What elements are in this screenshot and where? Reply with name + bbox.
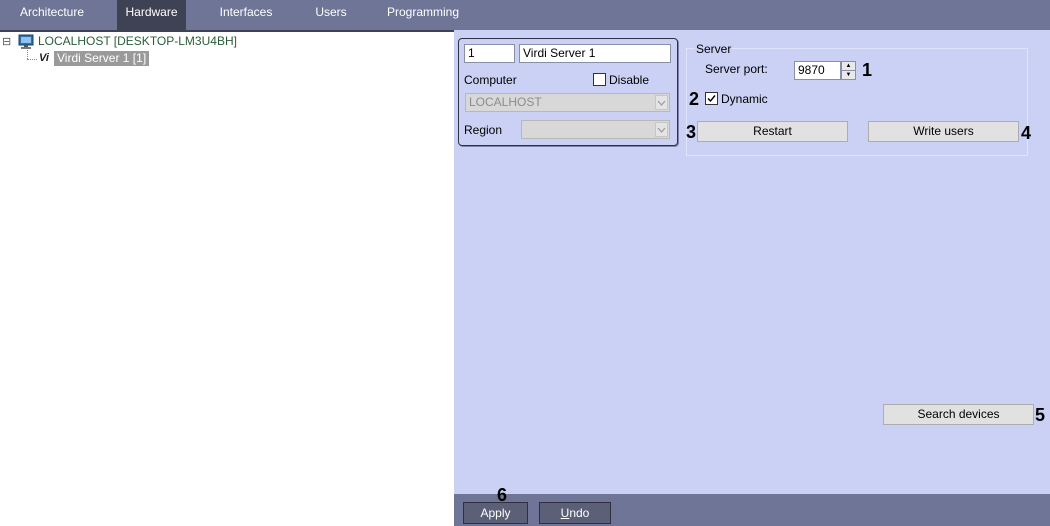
chevron-down-icon [655, 122, 668, 137]
bottom-toolbar: Apply Undo [454, 494, 1050, 526]
object-card: 1 Virdi Server 1 Computer Disable LOCALH… [458, 38, 678, 146]
dynamic-label: Dynamic [721, 92, 768, 106]
tree-line [27, 50, 28, 59]
tab-architecture[interactable]: Architecture [10, 0, 94, 30]
hardware-tree: ⊟ LOCALHOST [DESKTOP-LM3U4BH] Vi Virdi S… [0, 32, 454, 526]
tab-interfaces[interactable]: Interfaces [212, 0, 280, 30]
callout-3: 3 [686, 122, 697, 142]
spin-up-icon[interactable]: ▲ [842, 62, 855, 70]
region-label: Region [464, 123, 503, 137]
apply-button[interactable]: Apply [463, 502, 528, 524]
server-port-label: Server port: [705, 62, 768, 76]
callout-4: 4 [1021, 123, 1032, 143]
server-port-input[interactable]: 9870 [794, 61, 841, 80]
tab-bar: Architecture Hardware Interfaces Users P… [0, 0, 1050, 30]
tab-hardware[interactable]: Hardware [117, 0, 186, 30]
callout-2: 2 [689, 89, 700, 109]
server-group-title: Server [695, 42, 733, 57]
virdi-icon: Vi [39, 52, 49, 64]
tree-node-virdi-server[interactable]: Virdi Server 1 [1] [54, 51, 150, 66]
computer-select-value: LOCALHOST [469, 95, 542, 109]
callout-5: 5 [1035, 405, 1046, 425]
disable-checkbox[interactable] [593, 73, 606, 86]
computer-icon [18, 34, 34, 50]
search-devices-button[interactable]: Search devices [883, 404, 1034, 425]
tree-line [27, 59, 37, 60]
object-id-field[interactable]: 1 [464, 44, 515, 63]
computer-select[interactable]: LOCALHOST [465, 93, 670, 112]
undo-button[interactable]: Undo [539, 502, 611, 524]
chevron-down-icon [655, 95, 668, 110]
tree-expander-icon[interactable]: ⊟ [2, 35, 11, 48]
disable-label: Disable [609, 73, 650, 87]
callout-6: 6 [497, 485, 508, 505]
callout-1: 1 [862, 60, 873, 80]
computer-label: Computer [464, 73, 517, 87]
spin-down-icon[interactable]: ▼ [842, 70, 855, 79]
dynamic-checkbox[interactable] [705, 92, 718, 105]
write-users-button[interactable]: Write users [868, 121, 1019, 142]
tab-programming[interactable]: Programming [384, 0, 462, 30]
checkmark-icon [707, 95, 716, 103]
tab-users[interactable]: Users [306, 0, 356, 30]
restart-button[interactable]: Restart [697, 121, 848, 142]
region-select[interactable] [521, 120, 670, 139]
object-name-field[interactable]: Virdi Server 1 [519, 44, 671, 63]
tree-node-localhost[interactable]: LOCALHOST [DESKTOP-LM3U4BH] [38, 34, 237, 48]
server-port-spinner[interactable]: ▲ ▼ [841, 61, 856, 80]
